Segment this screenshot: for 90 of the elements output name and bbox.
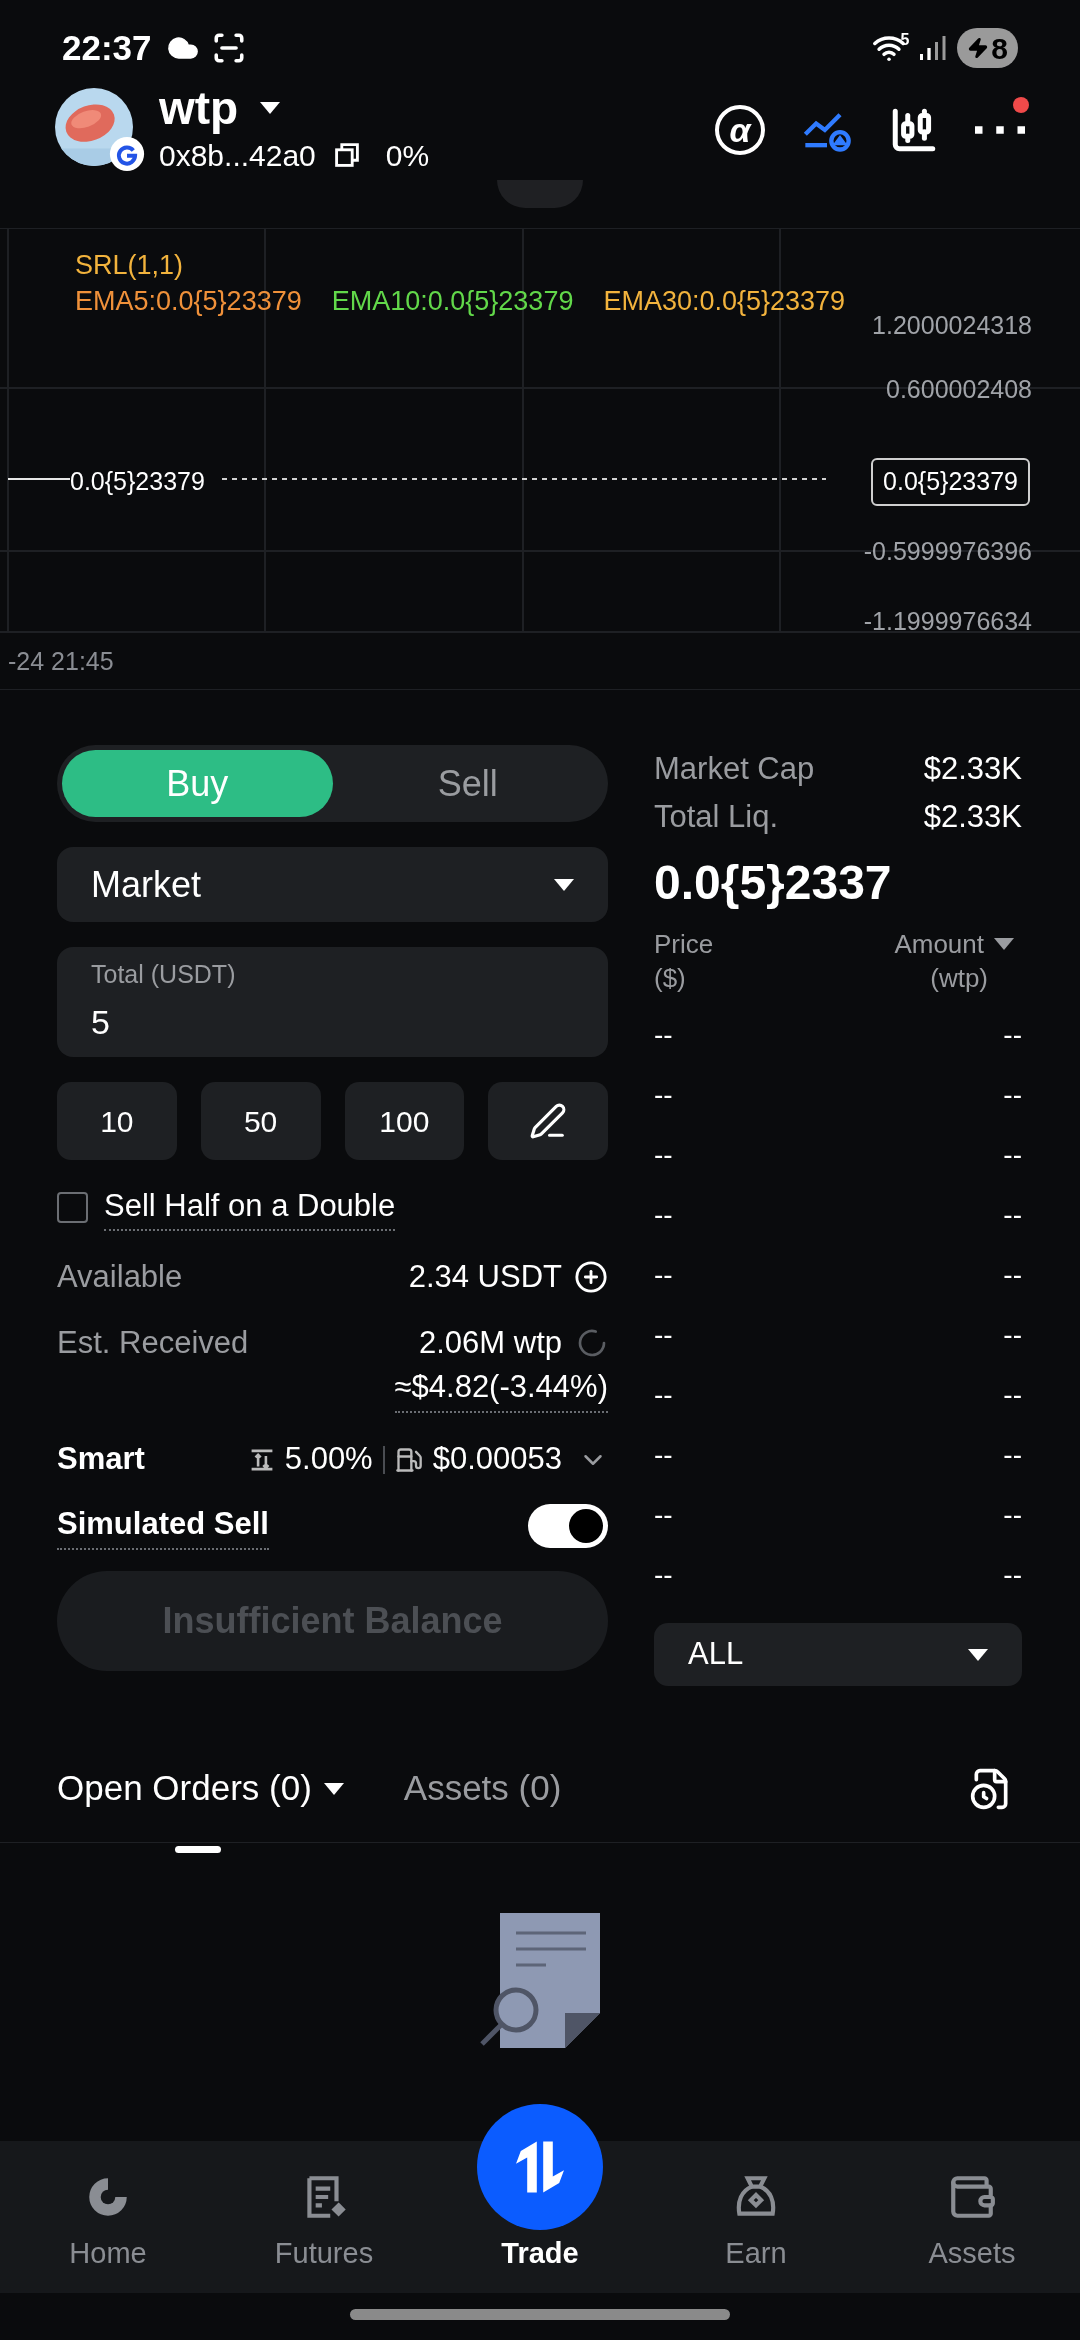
gas-fee: $0.00053 [432,1440,562,1479]
nav-tab[interactable]: Earn [648,2171,864,2293]
order-price: -- [654,1198,673,1232]
order-amount: -- [1003,1078,1022,1112]
column-header: Price [654,928,714,961]
column-unit: ($) [654,962,687,995]
order-price: -- [654,1318,673,1352]
indicator-value: EMA10:0.0{5}23379 [331,285,574,318]
orders-tab[interactable]: Open Orders (0) [57,1762,312,1815]
contract-address: 0x8b...42a0 [159,137,316,174]
checkbox[interactable] [57,1191,88,1223]
field-label: Available [57,1257,183,1296]
column-unit: (wtp) [930,962,988,995]
price-tag: 0.0{5}23379 [871,458,1030,506]
order-price: -- [654,1258,673,1292]
price-line [8,478,70,480]
amount-preset[interactable]: 100 [344,1082,465,1160]
y-axis-label: -0.5999976396 [863,536,1032,567]
nav-tab[interactable]: Home [0,2171,216,2293]
amount-preset[interactable]: 10 [57,1082,177,1160]
deposit-icon[interactable] [574,1260,608,1294]
price-line-label: 0.0{5}23379 [70,466,205,497]
amount-preset[interactable]: 50 [200,1082,321,1160]
order-amount: -- [1003,1498,1022,1532]
order-amount: -- [1003,1258,1022,1292]
stat-label: Market Cap [654,749,815,788]
side-tab[interactable]: Sell [332,750,603,817]
depth-filter-dropdown[interactable]: ALL [654,1623,1022,1686]
clock: 22:37 [62,26,152,69]
more-icon[interactable] [975,123,1025,137]
order-amount: -- [1003,1318,1022,1352]
orders-tab[interactable]: Assets (0) [403,1762,562,1815]
order-amount: -- [1003,1378,1022,1412]
order-price: -- [654,1558,673,1592]
smart-label: Smart [57,1440,145,1479]
indicator-value: EMA30:0.0{5}23379 [603,285,846,318]
edit-presets-button[interactable] [488,1082,608,1160]
tab-indicator [175,1845,221,1853]
y-axis-label: 1.2000024318 [872,310,1032,341]
indicator-value: EMA5:0.0{5}23379 [75,285,302,318]
field-label: Est. Received [57,1323,249,1362]
simulated-sell-label: Simulated Sell [57,1501,269,1550]
gas-icon [394,1445,423,1474]
chain-badge-icon [109,136,145,172]
battery-indicator: 8 [957,28,1018,68]
order-price: -- [654,1078,673,1112]
nav-tab[interactable]: Futures [216,2171,432,2293]
order-amount: -- [1003,1198,1022,1232]
order-price: -- [654,1138,673,1172]
column-header[interactable]: Amount [894,927,984,961]
stat-label: Total Liq. [654,797,779,836]
y-axis-label: 0.600002408 [886,374,1032,405]
caret-icon [323,1782,344,1795]
loading-icon [576,1327,608,1359]
alpha-button[interactable]: α [715,105,765,155]
screenshot-icon [211,31,246,65]
token-name[interactable]: wtp [159,82,239,133]
order-amount: -- [1003,1018,1022,1052]
order-amount: -- [1003,1558,1022,1592]
slippage-value: 5.00% [284,1440,373,1479]
total-field[interactable]: Total (USDT) 5 [57,947,608,1057]
caret-icon [994,938,1014,950]
price-change: 0% [385,137,430,174]
available-balance: 2.34 USDT [408,1257,562,1296]
order-amount: -- [1003,1138,1022,1172]
order-type-dropdown[interactable]: Market [57,847,608,922]
toggle-switch[interactable] [528,1503,608,1548]
copy-icon[interactable] [333,142,360,168]
checkbox-label[interactable]: Sell Half on a Double [104,1182,396,1232]
indicator-legend: SRL(1,1) [75,245,184,286]
signal-icon [917,33,948,63]
estimated-amount: 2.06M wtp [419,1323,562,1362]
order-amount: -- [1003,1438,1022,1472]
caret-icon [554,878,574,891]
caret-icon [260,101,281,114]
charging-icon [967,37,990,59]
y-axis-label: -1.1999976634 [863,606,1032,637]
order-price: -- [654,1018,673,1052]
last-price: 0.0{5}2337 [654,855,893,911]
caret-icon [968,1648,988,1661]
order-price: -- [654,1378,673,1412]
stat-value: $2.33K [923,797,1022,836]
time-label: -24 21:45 [8,646,114,677]
estimated-value: ≈$4.82(-3.44%) [394,1364,608,1413]
nav-tab[interactable]: Assets [864,2171,1080,2293]
nav-tab[interactable]: Trade [432,2103,648,2293]
stat-value: $2.33K [923,749,1022,788]
edit-icon [529,1102,568,1140]
order-price: -- [654,1438,673,1472]
order-price: -- [654,1498,673,1532]
